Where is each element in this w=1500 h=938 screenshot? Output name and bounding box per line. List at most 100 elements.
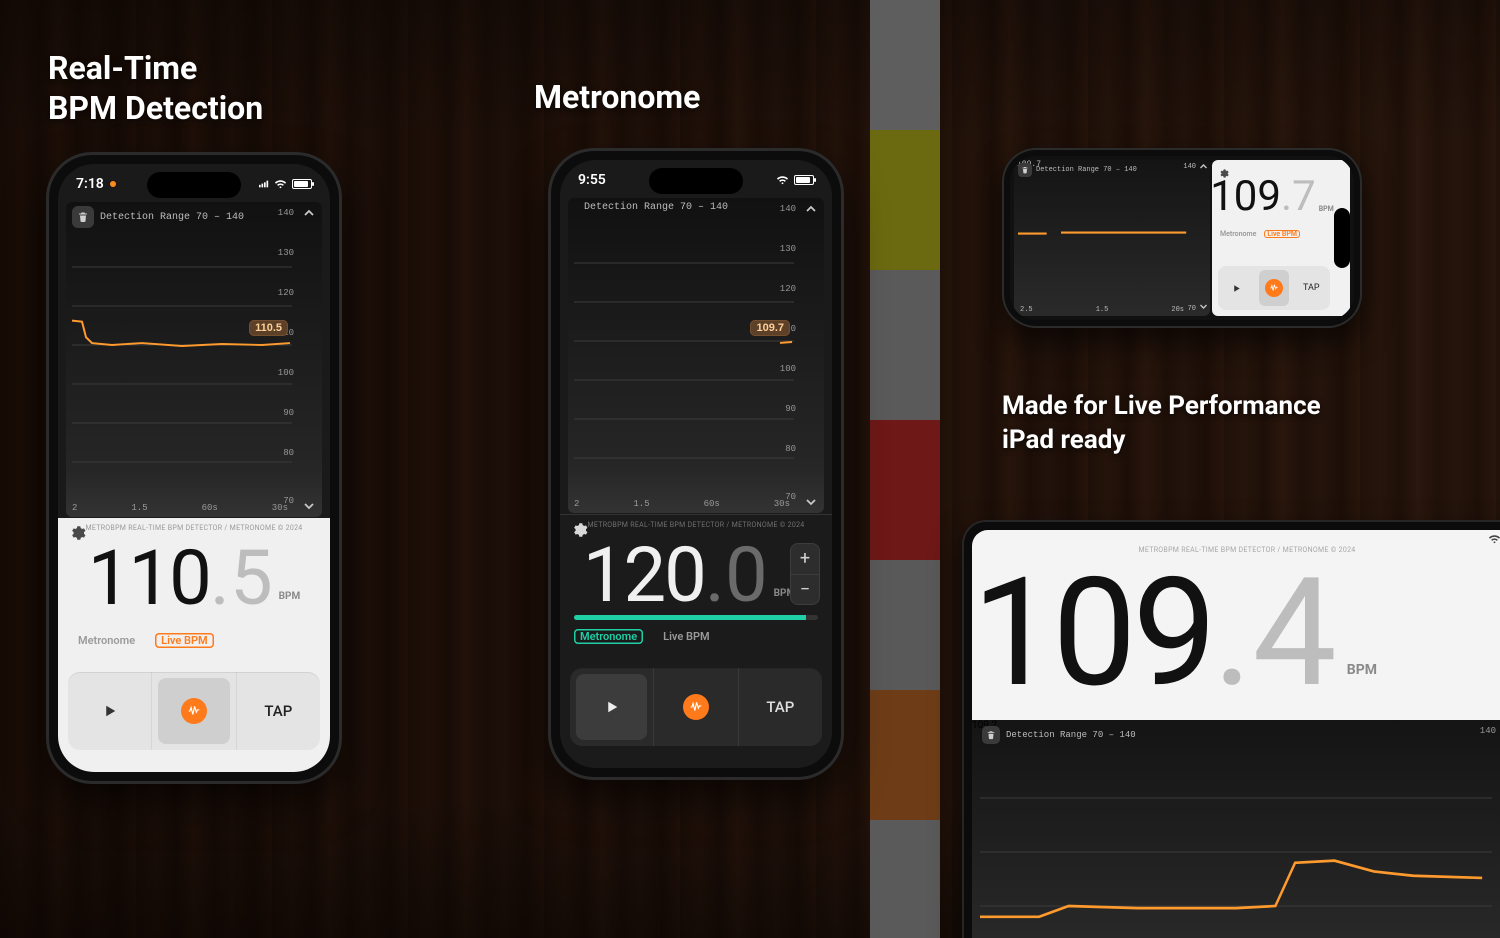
play-button[interactable] — [1218, 266, 1255, 310]
mode-selector: Metronome Live BPM — [574, 629, 716, 644]
tap-button[interactable]: TAP — [236, 672, 320, 750]
play-icon — [603, 698, 621, 716]
tap-label: TAP — [766, 698, 794, 716]
waveform-icon — [187, 704, 201, 718]
range-down-button[interactable] — [1199, 302, 1208, 314]
live-button[interactable] — [1255, 266, 1292, 310]
bpm-callout: 109.7 — [750, 320, 790, 336]
play-icon — [1231, 283, 1242, 294]
bpm-fraction: 0 — [725, 537, 768, 613]
x-axis: 2 1.5 60s 30s — [574, 499, 790, 509]
phone-left: 7:18 Detection Range 70 – 140 140 130 12… — [46, 152, 342, 784]
chevron-down-icon — [303, 500, 315, 512]
live-button[interactable] — [151, 672, 235, 750]
dynamic-island — [147, 172, 241, 198]
caption-right: Made for Live Performance iPad ready — [1002, 390, 1321, 458]
bpm-chart: Detection Range 70 – 140 140 130 120 110… — [568, 198, 824, 513]
trash-icon — [77, 211, 89, 223]
caption-right-line2: iPad ready — [1002, 424, 1321, 458]
y-tick: 140 — [780, 204, 796, 214]
bpm-integer: 110 — [88, 540, 210, 616]
bpm-stepper[interactable]: + − — [790, 543, 820, 605]
range-up-button[interactable] — [302, 206, 316, 220]
caption-middle: Metronome — [534, 78, 700, 116]
range-up-button[interactable] — [1199, 162, 1208, 174]
bpm-display: 109.7 BPM — [1212, 172, 1332, 221]
x-tick: 20s — [1171, 306, 1184, 314]
bpm-line — [72, 228, 292, 501]
bpm-line — [980, 744, 1492, 938]
trash-icon — [1021, 166, 1029, 174]
plus-button[interactable]: + — [791, 544, 819, 575]
x-tick: 30s — [774, 499, 790, 509]
y-tick: 140 — [1480, 726, 1496, 736]
chart-title: Detection Range 70 – 140 — [1036, 166, 1137, 174]
phone-landscape: Detection Range 70 – 140 140 70 109.7 2.… — [1002, 148, 1362, 328]
tap-label: TAP — [1303, 283, 1320, 293]
mode-live-bpm[interactable]: Live BPM — [657, 629, 716, 644]
bpm-callout: 110.5 — [249, 320, 288, 336]
y-tick: 70 — [1188, 305, 1196, 313]
chevron-down-icon — [805, 496, 817, 508]
wifi-icon — [274, 179, 287, 189]
range-down-button[interactable] — [804, 495, 818, 509]
transport-controls: TAP — [1218, 266, 1330, 310]
mode-metronome[interactable]: Metronome — [1220, 230, 1256, 238]
range-down-button[interactable] — [302, 499, 316, 513]
mode-selector: Metronome Live BPM — [72, 633, 214, 648]
tap-button[interactable]: TAP — [738, 668, 822, 746]
x-tick: 60s — [202, 503, 218, 513]
x-axis: 2 1.5 60s 30s — [72, 503, 288, 513]
bpm-chart: Detection Range 70 – 140 140 109.2 — [972, 720, 1500, 938]
clear-button[interactable] — [982, 726, 1000, 744]
bpm-panel: 109.7 BPM Metronome Live BPM TAP — [1212, 160, 1350, 316]
x-tick: 2 — [72, 503, 77, 513]
range-up-button[interactable] — [804, 202, 818, 216]
bpm-fraction: 4 — [1252, 558, 1336, 708]
phone-middle: 9:55 Detection Range 70 – 140 140 130 12… — [548, 148, 844, 780]
x-tick: 60s — [704, 499, 720, 509]
clear-button[interactable] — [72, 206, 94, 228]
cellular-icon — [259, 180, 269, 188]
waveform-icon — [689, 700, 703, 714]
y-tick: 140 — [1183, 163, 1196, 171]
play-button[interactable] — [570, 668, 653, 746]
bpm-line — [574, 224, 794, 497]
bpm-panel: METROBPM REAL-TIME BPM DETECTOR / METRON… — [58, 518, 330, 772]
mode-selector: Metronome Live BPM — [1220, 230, 1300, 238]
bpm-integer: 120 — [583, 537, 705, 613]
tap-label: TAP — [264, 702, 292, 720]
x-tick: 1.5 — [633, 499, 649, 509]
mode-metronome[interactable]: Metronome — [574, 629, 643, 644]
live-button[interactable] — [653, 668, 737, 746]
play-button[interactable] — [68, 672, 151, 750]
status-time: 9:55 — [578, 172, 606, 188]
bpm-unit: BPM — [1347, 662, 1377, 678]
caption-left: Real-Time BPM Detection — [48, 48, 263, 128]
bpm-integer: 109 — [972, 558, 1213, 708]
bpm-panel: METROBPM REAL-TIME BPM DETECTOR / METRON… — [560, 514, 832, 768]
x-tick: 30s — [272, 503, 288, 513]
play-icon — [101, 702, 119, 720]
chevron-down-icon — [1199, 302, 1208, 311]
clear-button[interactable] — [1018, 163, 1032, 177]
background-color-stripe — [870, 0, 940, 938]
x-tick: 1.5 — [1096, 306, 1109, 314]
chevron-up-icon — [805, 203, 817, 215]
tap-button[interactable]: TAP — [1293, 266, 1330, 310]
status-bar — [1488, 534, 1500, 544]
bpm-chart: Detection Range 70 – 140 140 70 109.7 2.… — [1014, 160, 1210, 316]
mode-live-bpm[interactable]: Live BPM — [1264, 230, 1300, 238]
x-tick: 2 — [574, 499, 579, 509]
mode-metronome[interactable]: Metronome — [72, 633, 141, 648]
chart-title: Detection Range 70 – 140 — [100, 212, 290, 223]
status-time: 7:18 — [76, 176, 104, 192]
minus-button[interactable]: − — [791, 575, 819, 605]
transport-controls: TAP — [68, 672, 320, 750]
bpm-unit: BPM — [1319, 205, 1334, 213]
x-tick: 1.5 — [131, 503, 147, 513]
bpm-line — [1018, 176, 1190, 304]
caption-left-line2: BPM Detection — [48, 88, 263, 128]
trash-icon — [986, 730, 996, 740]
mode-live-bpm[interactable]: Live BPM — [155, 633, 214, 648]
